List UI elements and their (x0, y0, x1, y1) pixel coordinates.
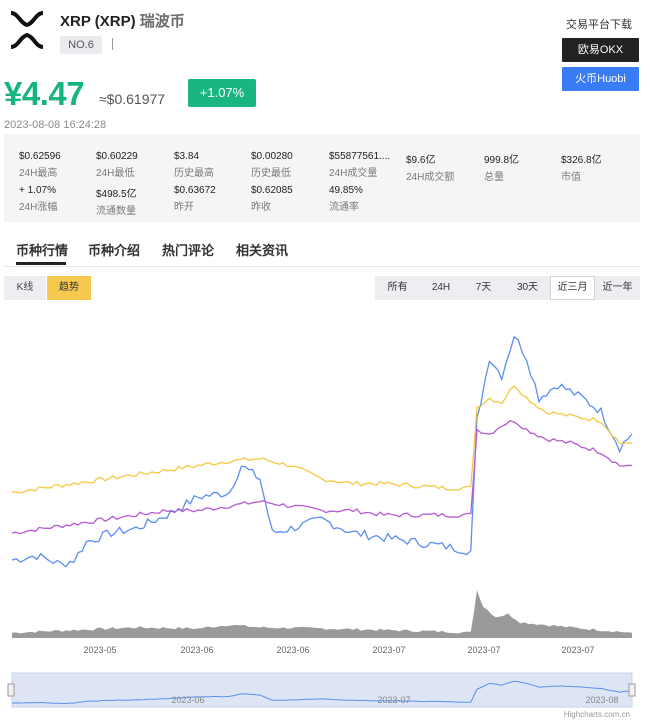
coin-name: XRP (XRP) (60, 13, 136, 30)
navigator-tick-label: 2023-08 (585, 695, 618, 705)
coin-title: XRP (XRP) 瑞波币 (60, 10, 185, 31)
tab-comments[interactable]: 热门评论 (162, 240, 214, 259)
huobi-download-button[interactable]: 火币Huobi (562, 67, 639, 91)
range-1y-button[interactable]: 近一年 (595, 276, 640, 300)
navigator[interactable]: 2023-06 2023-07 2023-08 (7, 672, 636, 708)
exchange-title: 交易平台下载 (566, 19, 632, 31)
okx-download-button[interactable]: 欧易OKX (562, 38, 639, 62)
navigator-window[interactable] (11, 672, 633, 708)
stat-item: $326.8亿 市值 (561, 155, 602, 183)
range-selector: 所有 24H 7天 30天 近三月 近一年 (375, 276, 640, 300)
navigator-tick-label: 2023-07 (377, 695, 410, 705)
price-chart: 2023-05 2023-06 2023-06 2023-07 2023-07 2023-… (7, 335, 636, 719)
tab-news[interactable]: 相关资讯 (236, 240, 288, 259)
timestamp: 2023-08-08 16:24:28 (4, 119, 107, 131)
series-lines (11, 335, 633, 568)
navigator-tick-label: 2023-06 (171, 695, 204, 705)
stat-item: + 1.07% 24H涨幅 (19, 185, 58, 213)
stat-item: $0.62085 昨收 (251, 185, 293, 213)
trend-toggle-button[interactable]: 趋势 (47, 276, 91, 300)
tab-intro[interactable]: 币种介绍 (88, 240, 140, 259)
x-tick-label: 2023-07 (372, 645, 405, 655)
stats-panel: $0.62596 24H最高 $0.60229 24H最低 $3.84 历史最高 $0… (4, 134, 640, 222)
stat-item: $0.60229 24H最低 (96, 151, 138, 179)
range-7d-button[interactable]: 7天 (462, 276, 505, 300)
volume-area (12, 590, 632, 638)
x-tick-label: 2023-07 (467, 645, 500, 655)
stat-item: $3.84 历史最高 (174, 151, 214, 179)
tab-market[interactable]: 币种行情 (16, 240, 68, 259)
stat-item: $0.63672 昨开 (174, 185, 216, 213)
kline-toggle-button[interactable]: K线 (4, 276, 46, 300)
x-axis: 2023-05 2023-06 2023-06 2023-07 2023-07 2023-… (83, 645, 594, 655)
active-tab-underline (16, 262, 66, 265)
stat-item: 999.8亿 总量 (484, 155, 520, 183)
x-tick-label: 2023-05 (83, 645, 116, 655)
x-tick-label: 2023-06 (180, 645, 213, 655)
stat-item: $0.62596 24H最高 (19, 151, 61, 179)
range-30d-button[interactable]: 30天 (505, 276, 550, 300)
navigator-left-handle[interactable] (7, 683, 15, 697)
price-cny: ¥4.47 (4, 75, 85, 112)
stat-item: 49.85% 流通率 (329, 185, 363, 213)
divider (112, 38, 113, 50)
range-24h-button[interactable]: 24H (420, 276, 462, 300)
stat-item: $9.6亿 24H成交额 (406, 155, 455, 183)
stat-item: $498.5亿 流通数量 (96, 189, 137, 217)
rank-badge: NO.6 (60, 36, 102, 54)
price-usd: ≈$0.61977 (99, 91, 166, 107)
chart-credit: Highcharts.com.cn (564, 710, 630, 719)
series-line-blue (11, 335, 633, 568)
tabs-divider (4, 266, 640, 267)
volume-bars (12, 590, 632, 638)
stat-item: $0.00280 历史最低 (251, 151, 293, 179)
range-3m-button[interactable]: 近三月 (550, 276, 595, 300)
stat-item: $55877561.... 24H成交量 (329, 151, 391, 179)
x-tick-label: 2023-06 (276, 645, 309, 655)
range-all-button[interactable]: 所有 (375, 276, 420, 300)
coin-cn-name: 瑞波币 (139, 13, 185, 30)
xrp-logo-icon (10, 11, 44, 49)
navigator-right-handle[interactable] (628, 683, 636, 697)
change-badge: +1.07% (188, 79, 256, 107)
x-tick-label: 2023-07 (561, 645, 594, 655)
